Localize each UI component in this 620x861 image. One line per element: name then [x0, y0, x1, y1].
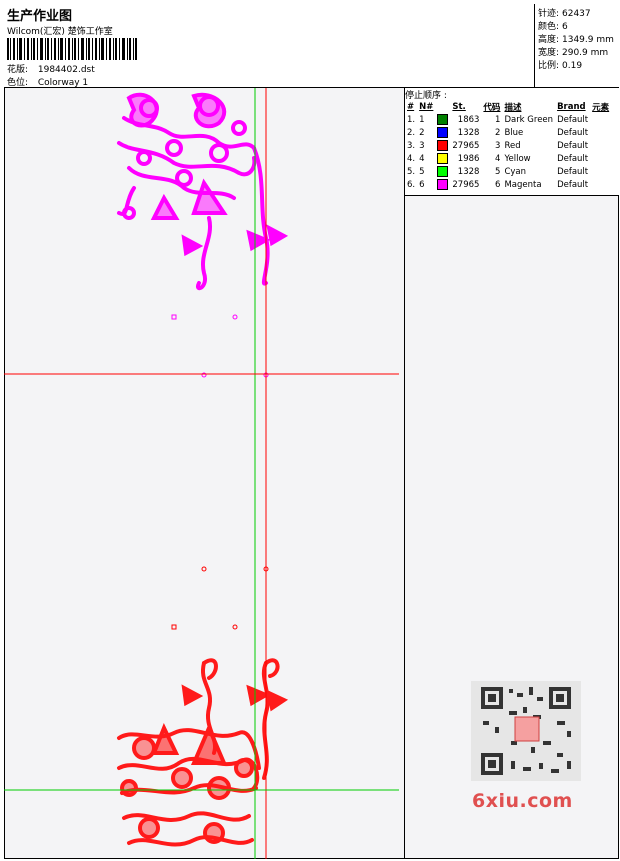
row-brand: Default: [557, 179, 589, 190]
row-element: [590, 152, 611, 165]
color-swatch-icon: [437, 127, 449, 138]
row-code: 1: [495, 114, 501, 125]
colorway-row: 色位: Colorway 1: [7, 75, 88, 88]
table-row: 2. 2 1328 2 Blue Default: [405, 126, 611, 139]
watermark-text: 6xiu.com: [472, 790, 573, 812]
stop-sequence-panel: 停止顺序 : # N# St. 代码 描述 Brand 元素 1. 1 1863 1 D…: [405, 88, 619, 196]
design-preview: [4, 88, 405, 859]
row-number: 4: [419, 153, 425, 164]
col-description: 描述: [504, 102, 522, 113]
row-description: Yellow: [504, 153, 531, 164]
row-element: [590, 113, 611, 126]
row-index: 6.: [407, 179, 416, 190]
row-stitches: 1328: [457, 127, 480, 138]
stat-width: 宽度: 290.9 mm: [538, 48, 609, 58]
row-number: 3: [419, 140, 425, 151]
row-number: 2: [419, 127, 425, 138]
row-code: 3: [495, 140, 501, 151]
color-swatch: [435, 139, 450, 152]
row-description: Blue: [504, 127, 524, 138]
row-element: [590, 165, 611, 178]
stop-sequence-table: # N# St. 代码 描述 Brand 元素 1. 1 1863 1 Dark Gre…: [405, 100, 611, 191]
colorway-value: Colorway 1: [37, 78, 89, 88]
row-brand: Default: [557, 140, 589, 151]
color-swatch-icon: [437, 140, 449, 151]
row-stitches: 27965: [452, 179, 480, 190]
col-brand: Brand: [557, 101, 586, 112]
row-description: Cyan: [504, 166, 526, 177]
barcode: [7, 38, 137, 60]
color-swatch: [435, 126, 450, 139]
stats-box: 针迹: 62437 颜色: 6 高度: 1349.9 mm 宽度: 290.9 mm 比…: [535, 4, 619, 88]
row-code: 2: [495, 127, 501, 138]
colorway-label: 色位:: [7, 78, 29, 88]
row-index: 3.: [407, 140, 416, 151]
embroidery-design: [4, 88, 399, 859]
table-header: # N# St. 代码 描述 Brand 元素: [405, 100, 611, 113]
row-description: Dark Green: [504, 114, 554, 125]
col-code: 代码: [483, 102, 501, 113]
table-row: 6. 6 27965 6 Magenta Default: [405, 178, 611, 191]
row-index: 1.: [407, 114, 416, 125]
row-index: 5.: [407, 166, 416, 177]
row-number: 5: [419, 166, 425, 177]
col-stitches: St.: [452, 101, 466, 112]
table-row: 3. 3 27965 3 Red Default: [405, 139, 611, 152]
design-file: 1984402.dst: [37, 65, 95, 75]
row-stitches: 1328: [457, 166, 480, 177]
stat-stitches: 针迹: 62437: [538, 9, 591, 19]
row-code: 6: [495, 179, 501, 190]
stat-scale: 比例: 0.19: [538, 61, 583, 71]
header-info: 生产作业图 Wilcom(汇宏) 楚饰工作室 花版: 1984402.dst 色…: [4, 4, 535, 88]
row-stitches: 1986: [457, 153, 480, 164]
row-brand: Default: [557, 114, 589, 125]
design-file-row: 花版: 1984402.dst: [7, 62, 95, 75]
table-row: 1. 1 1863 1 Dark Green Default: [405, 113, 611, 126]
color-swatch: [435, 165, 450, 178]
row-description: Red: [504, 140, 521, 151]
row-element: [590, 178, 611, 191]
row-stitches: 27965: [452, 140, 480, 151]
table-row: 4. 4 1986 4 Yellow Default: [405, 152, 611, 165]
row-element: [590, 126, 611, 139]
stat-height: 高度: 1349.9 mm: [538, 35, 614, 45]
color-swatch: [435, 152, 450, 165]
row-index: 4.: [407, 153, 416, 164]
row-element: [590, 139, 611, 152]
row-code: 5: [495, 166, 501, 177]
row-index: 2.: [407, 127, 416, 138]
color-swatch: [435, 113, 450, 126]
color-swatch: [435, 178, 450, 191]
design-label: 花版:: [7, 65, 29, 75]
color-swatch-icon: [437, 166, 449, 177]
stat-colors: 颜色: 6: [538, 22, 568, 32]
row-number: 1: [419, 114, 425, 125]
color-swatch-icon: [437, 153, 449, 164]
page-title: 生产作业图: [7, 9, 73, 24]
color-swatch-icon: [437, 114, 449, 125]
row-brand: Default: [557, 153, 589, 164]
row-brand: Default: [557, 166, 589, 177]
table-row: 5. 5 1328 5 Cyan Default: [405, 165, 611, 178]
col-index: #: [407, 101, 415, 112]
row-code: 4: [495, 153, 501, 164]
red-motif: [117, 658, 289, 847]
col-element: 元素: [592, 102, 610, 113]
studio-name: Wilcom(汇宏) 楚饰工作室: [7, 27, 113, 37]
row-brand: Default: [557, 127, 589, 138]
col-number: N#: [419, 101, 434, 112]
row-stitches: 1863: [457, 114, 480, 125]
color-swatch-icon: [437, 179, 449, 190]
row-description: Magenta: [504, 179, 542, 190]
qr-code: [471, 681, 581, 781]
magenta-motif: [117, 92, 289, 291]
row-number: 6: [419, 179, 425, 190]
